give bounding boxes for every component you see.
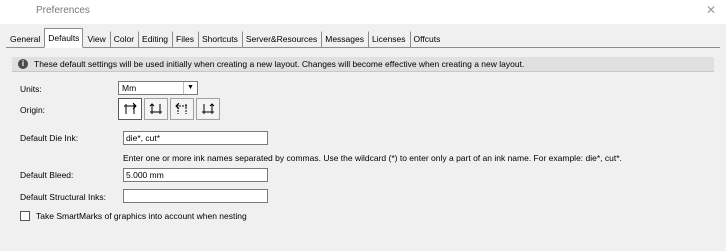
origin-label: Origin: xyxy=(20,105,46,115)
units-label: Units: xyxy=(20,84,42,94)
tab-defaults[interactable]: Defaults xyxy=(44,28,84,48)
tab-editing[interactable]: Editing xyxy=(138,31,172,48)
info-banner: i These default settings will be used in… xyxy=(12,57,714,72)
info-icon: i xyxy=(18,59,28,69)
die-ink-input[interactable] xyxy=(123,131,268,145)
tab-general[interactable]: General xyxy=(6,31,44,48)
structural-inks-input[interactable] xyxy=(123,189,268,203)
bleed-input[interactable] xyxy=(123,168,268,182)
tab-licenses[interactable]: Licenses xyxy=(367,31,410,48)
tab-files[interactable]: Files xyxy=(172,31,198,48)
structural-inks-label: Default Structural Inks: xyxy=(20,192,106,202)
title-bar: Preferences ✕ xyxy=(0,0,726,24)
smartmarks-option[interactable]: Take SmartMarks of graphics into account… xyxy=(20,211,247,221)
tab-offcuts[interactable]: Offcuts xyxy=(409,31,445,48)
die-ink-label: Default Die Ink: xyxy=(20,133,79,143)
close-icon[interactable]: ✕ xyxy=(704,3,718,17)
die-ink-help: Enter one or more ink names separated by… xyxy=(123,153,622,163)
tab-color[interactable]: Color xyxy=(109,31,138,48)
origin-bottom-left-button[interactable] xyxy=(144,98,168,120)
info-text: These default settings will be used init… xyxy=(34,59,525,69)
window-title: Preferences xyxy=(36,5,90,16)
origin-top-left-icon xyxy=(124,103,137,114)
smartmarks-label: Take SmartMarks of graphics into account… xyxy=(36,211,247,221)
smartmarks-checkbox[interactable] xyxy=(20,211,30,221)
defaults-panel: i These default settings will be used in… xyxy=(6,48,720,246)
tab-server-resources[interactable]: Server&Resources xyxy=(241,31,321,48)
origin-top-right-icon xyxy=(175,103,188,114)
origin-bottom-right-button[interactable] xyxy=(196,98,220,120)
origin-top-left-button[interactable] xyxy=(118,98,142,120)
origin-top-right-button[interactable] xyxy=(170,98,194,120)
chevron-down-icon[interactable]: ▼ xyxy=(183,82,197,94)
tab-messages[interactable]: Messages xyxy=(321,31,368,48)
origin-bottom-right-icon xyxy=(202,103,215,114)
bleed-label: Default Bleed: xyxy=(20,170,74,180)
origin-selector xyxy=(118,98,222,120)
units-dropdown[interactable]: Mm ▼ xyxy=(118,81,198,95)
tab-shortcuts[interactable]: Shortcuts xyxy=(197,31,242,48)
origin-bottom-left-icon xyxy=(149,103,162,114)
units-value: Mm xyxy=(122,83,137,93)
tab-view[interactable]: View xyxy=(83,31,109,48)
tab-bar: General Defaults View Color Editing File… xyxy=(0,28,444,48)
